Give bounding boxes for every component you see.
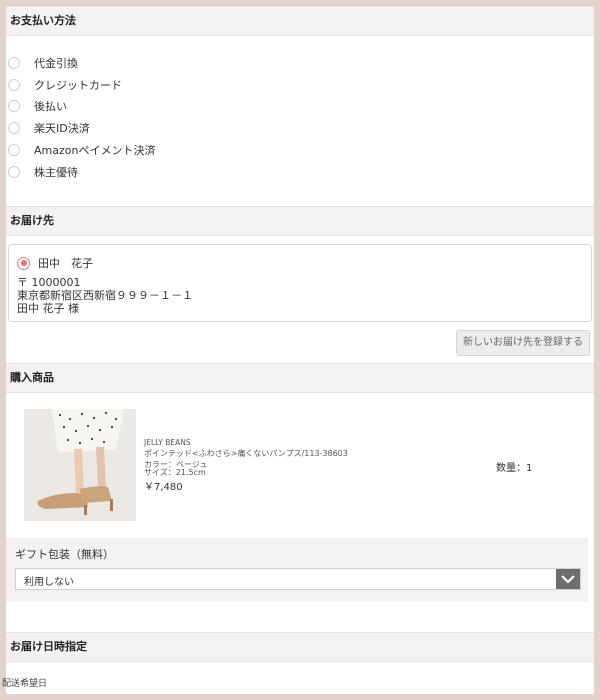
radio-checked-icon[interactable] <box>17 256 30 270</box>
payment-option-label[interactable]: 楽天ID決済 <box>34 120 90 136</box>
address-recipient: 田中 花子 様 <box>17 302 79 315</box>
product-image <box>24 409 136 521</box>
address-postal: 〒 1000001 <box>17 276 81 289</box>
payment-option-amazon[interactable]: Amazonペイメント決済 <box>6 139 594 161</box>
radio-unchecked-icon[interactable] <box>8 78 20 91</box>
payment-option-rakuten[interactable]: 楽天ID決済 <box>6 117 594 139</box>
gift-select-value: 利用しない <box>24 577 74 588</box>
radio-unchecked-icon[interactable] <box>8 56 20 69</box>
payment-option-cod[interactable]: 代金引換 <box>6 52 594 74</box>
payment-option-shareholder[interactable]: 株主優待 <box>6 161 594 183</box>
product-item: JELLY BEANS ポインテッド<ふわさら>痛くないパンプス/113-386… <box>6 393 594 538</box>
product-name[interactable]: ポインテッド<ふわさら>痛くないパンプス/113-38603 <box>144 448 348 459</box>
payment-option-label[interactable]: Amazonペイメント決済 <box>34 142 155 158</box>
product-size: サイズ：21.5cm <box>144 468 206 477</box>
desired-date-label: 配送希望日 <box>2 679 48 689</box>
payment-option-label[interactable]: 代金引換 <box>34 55 78 71</box>
product-quantity: 数量：1 <box>496 463 533 474</box>
payment-section-header: お支払い方法 <box>6 6 594 36</box>
address-name: 田中 花子 <box>38 257 93 270</box>
address-card[interactable]: 田中 花子 〒 1000001 東京都新宿区西新宿９９９－１－１ 田中 花子 様 <box>8 244 592 322</box>
radio-unchecked-icon[interactable] <box>8 122 20 135</box>
payment-option-label[interactable]: 株主優待 <box>34 164 78 180</box>
checkout-page: お支払い方法 代金引換 クレジットカード 後払い 楽天ID決済 Amazonペイ… <box>6 6 594 694</box>
chevron-down-icon[interactable] <box>556 569 580 589</box>
gift-select[interactable]: 利用しない <box>15 568 581 590</box>
radio-unchecked-icon[interactable] <box>8 165 20 178</box>
new-address-button[interactable]: 新しいお届け先を登録する <box>456 330 590 356</box>
gift-label: ギフト包装（無料） <box>15 548 114 561</box>
payment-option-credit-card[interactable]: クレジットカード <box>6 74 594 96</box>
payment-option-deferred[interactable]: 後払い <box>6 96 594 118</box>
delivery-section-header: お届け先 <box>6 206 594 236</box>
product-brand: JELLY BEANS <box>144 438 191 447</box>
product-price: ￥7,480 <box>144 482 183 493</box>
payment-option-label[interactable]: クレジットカード <box>34 77 122 93</box>
shoe-photo-icon <box>24 409 136 521</box>
products-section-header: 購入商品 <box>6 363 594 393</box>
payment-options: 代金引換 クレジットカード 後払い 楽天ID決済 Amazonペイメント決済 株… <box>6 36 594 206</box>
radio-unchecked-icon[interactable] <box>8 100 20 113</box>
payment-option-label[interactable]: 後払い <box>34 98 67 114</box>
radio-unchecked-icon[interactable] <box>8 144 20 157</box>
gift-wrapping: ギフト包装（無料） 利用しない <box>6 538 588 602</box>
address-line: 東京都新宿区西新宿９９９－１－１ <box>17 289 193 302</box>
datetime-section-header: お届け日時指定 <box>6 632 594 662</box>
